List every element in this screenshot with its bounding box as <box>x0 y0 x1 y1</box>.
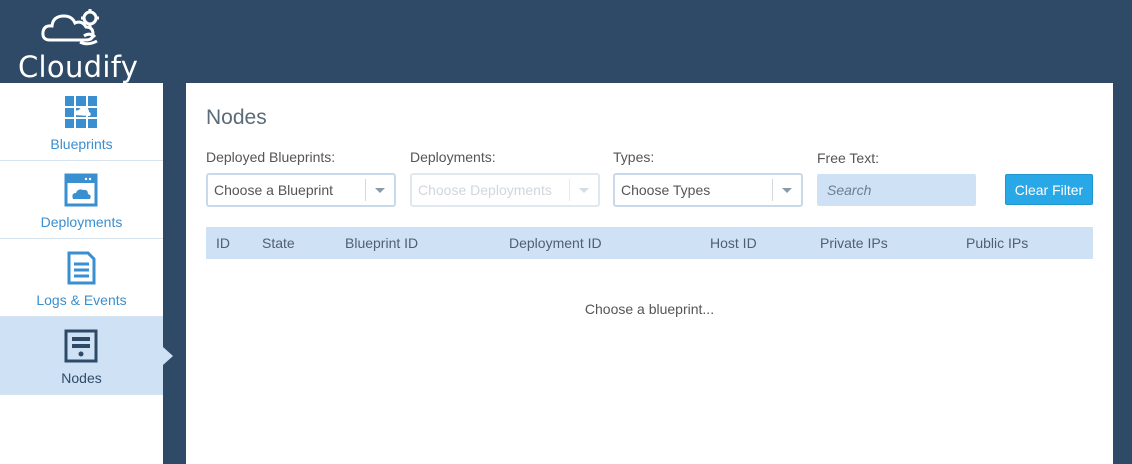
column-header-deployment-id[interactable]: Deployment ID <box>509 235 602 251</box>
chevron-down-icon <box>375 188 385 193</box>
deployment-icon <box>64 173 98 207</box>
column-header-blueprint-id[interactable]: Blueprint ID <box>345 235 418 251</box>
types-filter-label: Types: <box>613 149 655 165</box>
sidebar-item-logs-events[interactable]: Logs & Events <box>0 239 163 317</box>
select-divider <box>365 179 366 201</box>
types-select[interactable]: Choose Types <box>613 173 803 207</box>
sidebar-item-deployments[interactable]: Deployments <box>0 161 163 239</box>
sidebar-item-label: Logs & Events <box>36 292 127 308</box>
chevron-down-icon <box>579 188 589 193</box>
cloud-gear-icon <box>41 9 99 46</box>
column-header-state[interactable]: State <box>262 235 295 251</box>
nodes-icon <box>64 329 98 363</box>
deployments-filter-label: Deployments: <box>410 149 496 165</box>
select-divider <box>569 179 570 201</box>
cloudify-logo[interactable]: Cloudify <box>18 6 148 84</box>
column-header-private-ips[interactable]: Private IPs <box>820 235 888 251</box>
sidebar-item-blueprints[interactable]: Blueprints <box>0 83 163 161</box>
sidebar-item-label: Blueprints <box>50 136 113 152</box>
free-text-label: Free Text: <box>817 150 879 166</box>
column-header-id[interactable]: ID <box>216 235 230 251</box>
brand-name: Cloudify <box>18 50 139 84</box>
select-divider <box>772 179 773 201</box>
chevron-down-icon <box>782 188 792 193</box>
sidebar: Blueprints Deployments Logs & Events Nod… <box>0 83 173 464</box>
active-indicator <box>163 347 173 365</box>
column-header-public-ips[interactable]: Public IPs <box>966 235 1028 251</box>
deployments-select[interactable]: Choose Deployments <box>410 173 600 207</box>
page-title: Nodes <box>206 106 267 129</box>
blueprint-select-value: Choose a Blueprint <box>214 182 334 198</box>
clear-filter-button[interactable]: Clear Filter <box>1005 174 1093 205</box>
sidebar-item-nodes[interactable]: Nodes <box>0 317 173 395</box>
sidebar-item-label: Nodes <box>61 370 102 386</box>
types-select-value: Choose Types <box>621 182 711 198</box>
sidebar-item-label: Deployments <box>40 214 123 230</box>
table-header: ID State Blueprint ID Deployment ID Host… <box>206 227 1093 259</box>
main-panel: Nodes Deployed Blueprints: Choose a Blue… <box>186 83 1113 464</box>
column-header-host-id[interactable]: Host ID <box>710 235 757 251</box>
search-input[interactable] <box>817 174 976 206</box>
deployments-select-value: Choose Deployments <box>418 182 552 198</box>
logs-icon <box>67 251 96 285</box>
blueprints-filter-label: Deployed Blueprints: <box>206 149 336 165</box>
top-bar: Cloudify <box>0 0 1132 84</box>
blueprint-icon <box>65 96 97 128</box>
blueprint-select[interactable]: Choose a Blueprint <box>206 173 396 207</box>
empty-table-message: Choose a blueprint... <box>584 301 715 317</box>
